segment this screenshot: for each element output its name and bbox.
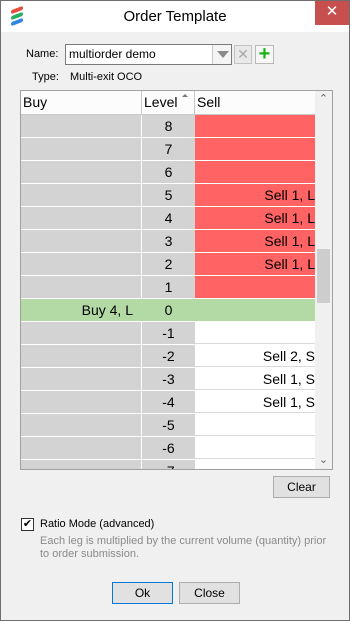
- level-cell[interactable]: -6: [142, 437, 195, 459]
- scrollbar-thumb[interactable]: [317, 249, 330, 303]
- buy-cell[interactable]: [21, 230, 142, 252]
- table-row[interactable]: -4 Sell 1, S: [21, 391, 315, 414]
- sell-cell[interactable]: Sell 1, L: [195, 230, 315, 252]
- level-cell[interactable]: -1: [142, 322, 195, 344]
- ratio-mode-label[interactable]: Ratio Mode (advanced): [40, 518, 154, 530]
- level-cell[interactable]: 4: [142, 207, 195, 229]
- template-name-combobox[interactable]: multiorder demo: [65, 44, 232, 65]
- sell-cell[interactable]: [195, 138, 315, 160]
- buy-cell[interactable]: [21, 115, 142, 137]
- level-cell[interactable]: -5: [142, 414, 195, 436]
- level-cell[interactable]: -7: [142, 460, 195, 469]
- grid-rows: 8 7 6 5 Sell 1, L 4 Sell 1, L 3 Sell 1, L 2 Sell 1…: [21, 115, 315, 469]
- buy-cell[interactable]: [21, 437, 142, 459]
- table-row[interactable]: -1: [21, 322, 315, 345]
- sell-cell[interactable]: [195, 460, 315, 469]
- title-bar: Order Template ✕: [1, 1, 349, 32]
- scroll-down-icon[interactable]: ⌄: [315, 452, 332, 469]
- buy-cell[interactable]: [21, 138, 142, 160]
- vertical-scrollbar[interactable]: ⌃ ⌄: [315, 91, 332, 469]
- level-cell[interactable]: -2: [142, 345, 195, 367]
- table-row[interactable]: 3 Sell 1, L: [21, 230, 315, 253]
- buy-cell[interactable]: [21, 322, 142, 344]
- sell-cell[interactable]: [195, 414, 315, 436]
- level-cell[interactable]: 8: [142, 115, 195, 137]
- sell-cell[interactable]: [195, 115, 315, 137]
- column-header-sell[interactable]: Sell: [195, 91, 315, 114]
- ratio-mode-description: Each leg is multiplied by the current vo…: [40, 535, 327, 560]
- window-close-button[interactable]: ✕: [315, 1, 349, 25]
- scroll-up-icon[interactable]: ⌃: [315, 91, 332, 108]
- table-row[interactable]: 2 Sell 1, L: [21, 253, 315, 276]
- close-button[interactable]: Close: [179, 582, 240, 604]
- sell-cell[interactable]: [195, 276, 315, 298]
- sell-cell[interactable]: [195, 299, 315, 321]
- buy-cell[interactable]: [21, 253, 142, 275]
- sell-cell[interactable]: Sell 1, L: [195, 207, 315, 229]
- level-cell[interactable]: 1: [142, 276, 195, 298]
- level-cell[interactable]: 3: [142, 230, 195, 252]
- level-cell[interactable]: 2: [142, 253, 195, 275]
- level-cell[interactable]: 6: [142, 161, 195, 183]
- ok-button[interactable]: Ok: [112, 582, 173, 604]
- column-header-level-label: Level: [144, 94, 178, 110]
- sell-cell[interactable]: Sell 1, L: [195, 253, 315, 275]
- sell-cell[interactable]: Sell 1, S: [195, 391, 315, 413]
- table-row[interactable]: 7: [21, 138, 315, 161]
- table-row[interactable]: -6: [21, 437, 315, 460]
- table-row[interactable]: 1: [21, 276, 315, 299]
- table-row[interactable]: Buy 4, L0: [21, 299, 315, 322]
- level-cell[interactable]: 0: [142, 299, 195, 321]
- grid-header: Buy Level Sell: [21, 91, 315, 115]
- table-row[interactable]: 5 Sell 1, L: [21, 184, 315, 207]
- table-row[interactable]: -2 Sell 2, S: [21, 345, 315, 368]
- table-row[interactable]: -3 Sell 1, S: [21, 368, 315, 391]
- sell-cell[interactable]: [195, 322, 315, 344]
- window-title: Order Template: [123, 8, 227, 25]
- type-label: Type:: [32, 71, 59, 83]
- order-template-dialog: Order Template ✕ Name: multiorder demo ✕…: [0, 0, 350, 621]
- sell-cell[interactable]: [195, 161, 315, 183]
- level-cell[interactable]: 5: [142, 184, 195, 206]
- level-cell[interactable]: -4: [142, 391, 195, 413]
- buy-cell[interactable]: [21, 161, 142, 183]
- table-row[interactable]: -7: [21, 460, 315, 469]
- column-header-level[interactable]: Level: [142, 91, 195, 114]
- sell-cell[interactable]: Sell 2, S: [195, 345, 315, 367]
- clear-button[interactable]: Clear: [273, 476, 330, 498]
- buy-cell[interactable]: [21, 207, 142, 229]
- template-name-value[interactable]: multiorder demo: [69, 47, 156, 61]
- delete-template-button[interactable]: ✕: [234, 45, 252, 64]
- table-row[interactable]: 8: [21, 115, 315, 138]
- table-row[interactable]: -5: [21, 414, 315, 437]
- sell-cell[interactable]: Sell 1, L: [195, 184, 315, 206]
- table-row[interactable]: 6: [21, 161, 315, 184]
- column-header-buy[interactable]: Buy: [21, 91, 142, 114]
- chevron-down-icon[interactable]: [212, 45, 231, 64]
- add-template-button[interactable]: +: [255, 44, 274, 64]
- buy-cell[interactable]: Buy 4, L: [21, 299, 142, 321]
- order-levels-grid[interactable]: Buy Level Sell 8 7 6 5 Sell 1, L 4 Sell 1, L3S…: [20, 90, 333, 470]
- buy-cell[interactable]: [21, 184, 142, 206]
- buy-cell[interactable]: [21, 345, 142, 367]
- sell-cell[interactable]: [195, 437, 315, 459]
- buy-cell[interactable]: [21, 460, 142, 469]
- buy-cell[interactable]: [21, 276, 142, 298]
- type-value: Multi-exit OCO: [70, 71, 143, 83]
- buy-cell[interactable]: [21, 414, 142, 436]
- buy-cell[interactable]: [21, 391, 142, 413]
- name-label: Name:: [26, 48, 59, 60]
- level-cell[interactable]: 7: [142, 138, 195, 160]
- table-row[interactable]: 4 Sell 1, L: [21, 207, 315, 230]
- level-cell[interactable]: -3: [142, 368, 195, 390]
- sell-cell[interactable]: Sell 1, S: [195, 368, 315, 390]
- sort-ascending-icon: [182, 94, 188, 97]
- buy-cell[interactable]: [21, 368, 142, 390]
- ratio-mode-checkbox[interactable]: ✔: [21, 518, 34, 531]
